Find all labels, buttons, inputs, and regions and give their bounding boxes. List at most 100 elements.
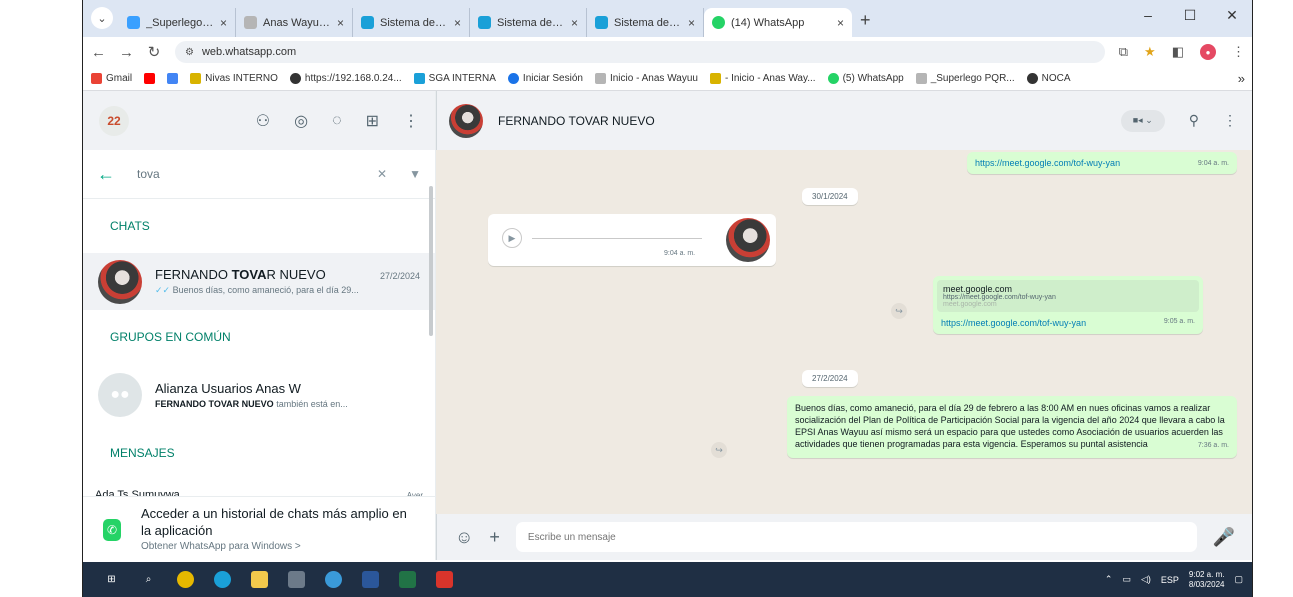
volume-icon[interactable]: ◁) [1141,574,1151,585]
promo-link[interactable]: Obtener WhatsApp para Windows > [141,541,419,552]
install-app-icon[interactable]: ⧉ [1119,44,1128,60]
channels-icon[interactable]: ◌ [332,112,342,130]
new-tab-button[interactable]: + [860,10,871,31]
tab-search-button[interactable]: ⌄ [91,7,113,29]
notifications-icon[interactable]: ▢ [1234,574,1243,585]
chat-top-row: FERNANDO TOVAR NUEVO 27/2/2024 [155,267,420,282]
incoming-voice-message[interactable]: ▶ 9:04 a. m. [488,214,776,266]
outgoing-link-message[interactable]: meet.google.com https://meet.google.com/… [933,276,1203,334]
tab-close-icon[interactable]: × [337,16,344,30]
forward-icon[interactable]: ↪ [711,442,727,458]
minimize-button[interactable]: – [1127,0,1169,30]
back-arrow-icon[interactable]: ← [91,44,106,61]
my-avatar[interactable]: 22 [99,105,129,136]
side-panel-icon[interactable]: ◧ [1172,44,1184,60]
bookmark-item[interactable]: SGA INTERNA [413,73,496,84]
edge-icon[interactable] [214,571,231,588]
tab-close-icon[interactable]: × [220,16,227,30]
tray-chevron-icon[interactable]: ⌃ [1105,574,1113,585]
search-icon[interactable]: ⚲ [1189,112,1199,129]
browser-tab[interactable]: Sistema de Gestión × [353,8,470,37]
chrome-icon[interactable] [177,571,194,588]
conversation-header[interactable]: FERNANDO TOVAR NUEVO ■◂ ⌄ ⚲ ⋮ [436,91,1252,150]
bookmark-item[interactable]: _Superlego PQR... [915,73,1015,84]
forward-arrow-icon[interactable]: → [119,44,134,61]
bookmark-item[interactable]: Nivas INTERNO [190,73,278,84]
tab-close-icon[interactable]: × [837,16,844,30]
excel-icon[interactable] [399,571,416,588]
video-call-button[interactable]: ■◂ ⌄ [1120,109,1165,132]
download-app-promo[interactable]: ✆ Acceder a un historial de chats más am… [83,496,435,560]
outgoing-long-message[interactable]: Buenos días, como amaneció, para el día … [787,396,1237,458]
bookmark-item[interactable]: Inicio - Anas Wayuu [594,73,698,84]
microphone-icon[interactable]: 🎤 [1213,527,1235,548]
close-window-button[interactable]: ✕ [1211,0,1252,30]
bookmark-item[interactable]: (5) WhatsApp [827,73,904,84]
acrobat-icon[interactable] [436,571,453,588]
new-chat-icon[interactable]: ⊞ [366,111,379,131]
bookmark-item[interactable]: https://192.168.0.24... [289,73,402,84]
bookmark-item[interactable] [167,73,179,84]
contact-name[interactable]: FERNANDO TOVAR NUEVO [498,114,655,128]
menu-icon[interactable]: ⋮ [1223,112,1237,129]
bookmark-item[interactable]: NOCA [1026,73,1071,84]
browser-tab[interactable]: Anas Wayuu EPSI - × [236,8,353,37]
reload-icon[interactable]: ↻ [147,43,161,61]
app-icon[interactable] [288,571,305,588]
chrome-profile-icon[interactable] [325,571,342,588]
profile-avatar[interactable]: ● [1200,44,1216,60]
message-input[interactable] [515,522,1197,552]
bookmarks-overflow-button[interactable]: » [1238,71,1245,86]
conversation-header-icons: ■◂ ⌄ ⚲ ⋮ [1120,109,1237,132]
clock[interactable]: 9:02 a. m. 8/03/2024 [1189,570,1225,590]
network-icon[interactable]: ▭ [1122,574,1131,585]
file-explorer-icon[interactable] [251,571,268,588]
tab-close-icon[interactable]: × [688,16,695,30]
status-icon[interactable]: ◎ [294,111,308,131]
tab-close-icon[interactable]: × [571,16,578,30]
site-info-icon[interactable]: ⚙ [185,47,194,58]
communities-icon[interactable]: ⚇ [256,111,270,131]
chat-list-item[interactable]: FERNANDO TOVAR NUEVO 27/2/2024 ✓✓ Buenos… [83,253,435,310]
whatsapp-icon [827,73,839,84]
bookmark-item[interactable]: Iniciar Sesión [507,73,583,84]
voice-waveform[interactable] [532,238,702,239]
group-member-match: FERNANDO TOVAR NUEVO [155,399,274,409]
browser-tab[interactable]: _Superlego PQRS × [119,8,236,37]
message-link[interactable]: https://meet.google.com/tof-wuy-yan [941,318,1086,328]
filter-icon[interactable]: ▼ [409,167,421,181]
bookmark-item[interactable]: Gmail [91,73,132,84]
bookmark-item[interactable]: - Inicio - Anas Way... [709,73,816,84]
group-list-item[interactable]: ●● Alianza Usuarios Anas W FERNANDO TOVA… [83,364,435,426]
url-omnibox[interactable]: ⚙ web.whatsapp.com [175,41,1105,63]
windows-start-icon[interactable]: ⊞ [103,571,120,588]
group-avatar-icon: ●● [98,373,142,417]
word-icon[interactable] [362,571,379,588]
link-preview-card[interactable]: meet.google.com https://meet.google.com/… [937,280,1199,312]
browser-tab-active[interactable]: (14) WhatsApp × [704,8,852,37]
contact-avatar[interactable] [449,103,483,138]
emoji-icon[interactable]: ☺ [455,527,473,548]
language-indicator[interactable]: ESP [1161,575,1179,585]
bookmark-label: - Inicio - Anas Way... [724,73,816,84]
chat-list-scrollbar[interactable] [429,186,433,336]
section-chats: CHATS [110,219,150,233]
bookmark-star-icon[interactable]: ★ [1144,44,1156,60]
browser-tab[interactable]: Sistema de Gestión × [587,8,704,37]
tab-close-icon[interactable]: × [454,16,461,30]
menu-icon[interactable]: ⋮ [403,111,419,131]
search-icon[interactable]: ⌕ [140,571,157,588]
message-area: https://meet.google.com/tof-wuy-yan 9:04… [436,150,1252,514]
bookmark-item[interactable] [144,73,156,84]
attach-plus-icon[interactable]: + [489,527,500,548]
outgoing-message[interactable]: https://meet.google.com/tof-wuy-yan 9:04… [967,152,1237,174]
clear-search-icon[interactable]: ✕ [377,167,387,181]
browser-tab[interactable]: Sistema de Gestión × [470,8,587,37]
back-arrow-icon[interactable]: ← [97,164,115,185]
maximize-button[interactable]: ☐ [1169,0,1211,30]
browser-menu-icon[interactable]: ⋮ [1232,44,1245,60]
forward-icon[interactable]: ↪ [891,303,907,319]
search-input[interactable] [137,167,356,181]
message-link[interactable]: https://meet.google.com/tof-wuy-yan [975,158,1120,168]
play-icon[interactable]: ▶ [502,228,522,248]
